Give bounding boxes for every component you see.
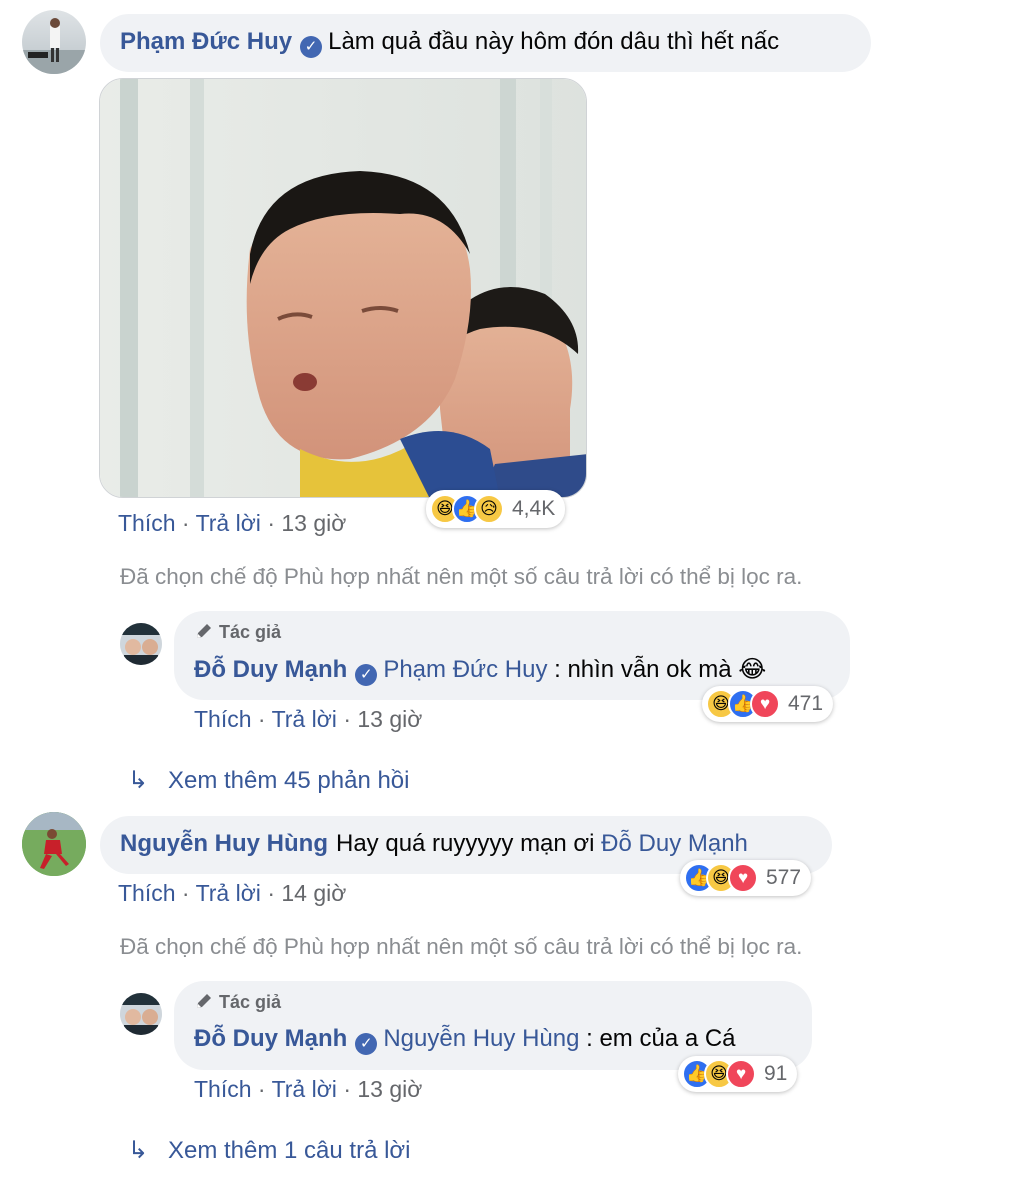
comment-actions: Thích · Trả lời · 14 giờ xyxy=(118,880,346,907)
timestamp[interactable]: 13 giờ xyxy=(357,706,422,732)
comment-bubble: Phạm Đức Huy ✓ Làm quả đầu này hôm đón dâu… xyxy=(100,14,871,72)
comment-actions: Thích · Trả lời · 13 giờ xyxy=(118,510,346,537)
filter-notice: Đã chọn chế độ Phù hợp nhất nên một số c… xyxy=(120,934,803,959)
mention-link[interactable]: Phạm Đức Huy xyxy=(383,656,547,683)
reply-arrow-icon: ↳ xyxy=(128,1137,149,1164)
like-button[interactable]: Thích xyxy=(194,706,252,732)
avatar-do-duy-manh[interactable] xyxy=(120,623,162,665)
reply-button[interactable]: Trả lời xyxy=(272,1076,337,1102)
reply-actions: Thích · Trả lời · 13 giờ xyxy=(194,706,422,733)
like-button[interactable]: Thích xyxy=(194,1076,252,1102)
comment-author[interactable]: Nguyễn Huy Hùng xyxy=(120,830,328,857)
mention-link[interactable]: Nguyễn Huy Hùng xyxy=(383,1025,579,1052)
player-photo-icon xyxy=(22,18,86,74)
reply-arrow-icon: ↳ xyxy=(128,767,149,794)
author-badge: Tác giả xyxy=(194,991,792,1017)
author-photo-icon xyxy=(120,623,162,665)
separator: · xyxy=(343,1076,351,1102)
view-more-label: Xem thêm 1 câu trả lời xyxy=(168,1137,411,1164)
reaction-count: 91 xyxy=(764,1062,788,1085)
reply-text: : nhìn vẫn ok mà 😂 xyxy=(547,656,767,683)
photo-image xyxy=(100,79,586,497)
reaction-count: 577 xyxy=(766,866,802,889)
love-icon: ♥ xyxy=(750,689,780,719)
comment-text: Hay quá ruyyyyy mạn ơi xyxy=(336,830,602,857)
reply-button[interactable]: Trả lời xyxy=(196,880,261,906)
reaction-summary[interactable]: 😆 👍 ♥ 471 xyxy=(702,686,834,722)
reply-author[interactable]: Đỗ Duy Mạnh xyxy=(194,656,347,683)
verified-badge-icon: ✓ xyxy=(355,664,378,686)
filter-notice: Đã chọn chế độ Phù hợp nhất nên một số c… xyxy=(120,564,803,589)
sad-icon: 😥 xyxy=(474,494,504,524)
comment-photo[interactable] xyxy=(99,78,587,498)
comment-text: Làm quả đầu này hôm đón dâu thì hết nấc xyxy=(328,28,780,55)
separator: · xyxy=(267,510,275,536)
separator: · xyxy=(257,706,266,732)
view-more-label: Xem thêm 45 phản hồi xyxy=(168,767,410,794)
timestamp[interactable]: 13 giờ xyxy=(357,1076,422,1102)
author-badge-label: Tác giả xyxy=(219,992,282,1012)
timestamp[interactable]: 14 giờ xyxy=(281,880,346,906)
separator: · xyxy=(257,1076,266,1102)
reply-author[interactable]: Đỗ Duy Mạnh xyxy=(194,1025,347,1052)
reply-actions: Thích · Trả lời · 13 giờ xyxy=(194,1076,422,1103)
reaction-count: 471 xyxy=(788,692,824,715)
reaction-summary[interactable]: 👍 😆 ♥ 91 xyxy=(678,1056,798,1092)
verified-badge-icon: ✓ xyxy=(300,36,323,58)
reaction-summary[interactable]: 👍 😆 ♥ 577 xyxy=(680,860,812,896)
avatar-do-duy-manh[interactable] xyxy=(120,993,162,1035)
mention-link[interactable]: Đỗ Duy Mạnh xyxy=(601,830,748,857)
like-button[interactable]: Thích xyxy=(118,510,176,536)
author-photo-icon xyxy=(120,993,162,1035)
pencil-icon xyxy=(197,994,211,1008)
author-badge-label: Tác giả xyxy=(219,622,282,642)
author-badge: Tác giả xyxy=(194,621,830,647)
verified-badge-icon: ✓ xyxy=(355,1033,378,1055)
reaction-summary[interactable]: 😆 👍 😥 4,4K xyxy=(426,490,566,528)
reply-text: : em của a Cá xyxy=(579,1025,736,1052)
avatar-nguyen-huy-hung[interactable] xyxy=(22,812,86,876)
separator: · xyxy=(181,510,190,536)
separator: · xyxy=(343,706,351,732)
love-icon: ♥ xyxy=(726,1059,756,1089)
comment-author[interactable]: Phạm Đức Huy xyxy=(120,28,292,55)
like-button[interactable]: Thích xyxy=(118,880,176,906)
reaction-count: 4,4K xyxy=(512,497,556,520)
reply-button[interactable]: Trả lời xyxy=(196,510,261,536)
view-more-replies[interactable]: ↳ Xem thêm 1 câu trả lời xyxy=(128,1136,411,1165)
avatar-pham-duc-huy[interactable] xyxy=(22,10,86,74)
separator: · xyxy=(181,880,190,906)
view-more-replies[interactable]: ↳ Xem thêm 45 phản hồi xyxy=(128,766,410,795)
love-icon: ♥ xyxy=(728,863,758,893)
player-photo-icon xyxy=(22,812,86,876)
separator: · xyxy=(267,880,275,906)
reply-button[interactable]: Trả lời xyxy=(272,706,337,732)
timestamp[interactable]: 13 giờ xyxy=(281,510,346,536)
pencil-icon xyxy=(197,624,211,638)
